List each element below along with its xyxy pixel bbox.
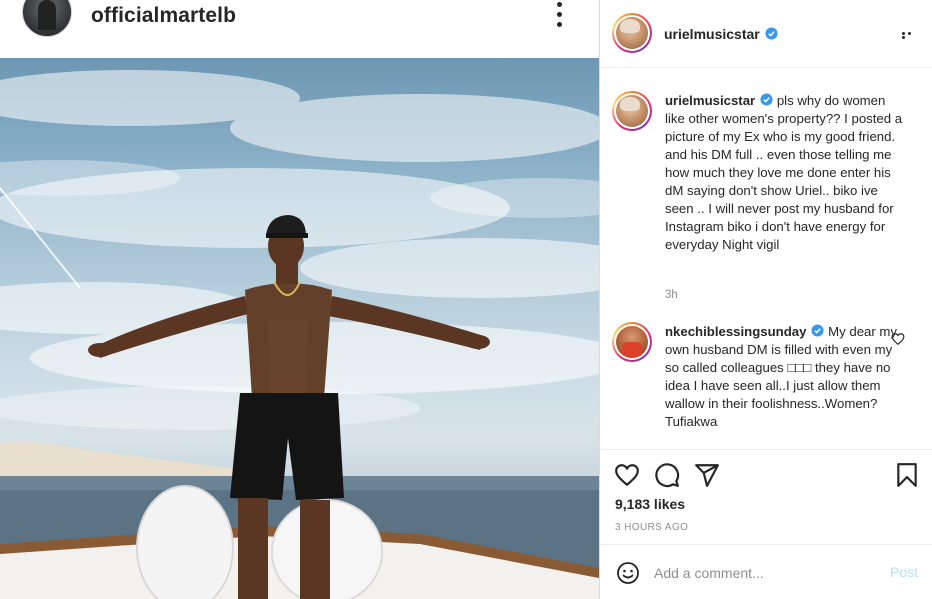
share-icon[interactable]: [694, 462, 720, 488]
post-header: urielmusicstar: [600, 0, 932, 68]
post-actions: 9,183 likes 3 HOURS AGO Post: [600, 449, 932, 599]
caption-time[interactable]: 3h: [665, 289, 678, 301]
bookmark-icon[interactable]: [894, 462, 920, 488]
comment-username[interactable]: nkechiblessingsunday: [665, 324, 806, 339]
comment-text: nkechiblessingsunday My dear my own husb…: [665, 323, 907, 431]
more-options-icon[interactable]: [902, 31, 918, 39]
embedded-more-icon: [552, 0, 566, 32]
heart-icon[interactable]: [614, 462, 640, 488]
comment-input[interactable]: [654, 562, 874, 584]
author-username[interactable]: urielmusicstar: [664, 26, 778, 42]
comment-body: My dear my own husband DM is filled with…: [665, 324, 898, 429]
post-comment-button[interactable]: Post: [890, 564, 918, 580]
post-photo[interactable]: [0, 58, 599, 599]
add-comment-bar: Post: [600, 544, 932, 599]
comment-like-heart-icon[interactable]: [891, 332, 905, 346]
emoji-icon[interactable]: [616, 561, 640, 585]
caption-avatar[interactable]: [612, 91, 652, 131]
embedded-username: officialmartelb: [91, 4, 237, 27]
comment-icon[interactable]: [654, 462, 680, 488]
boat-scene-illustration: [0, 70, 599, 599]
verified-badge-icon: [811, 324, 824, 337]
post-timestamp[interactable]: 3 HOURS AGO: [615, 522, 688, 533]
caption-username[interactable]: urielmusicstar: [665, 93, 755, 108]
caption-body: pls why do women like other women's prop…: [665, 93, 903, 252]
comment-avatar[interactable]: [612, 322, 652, 362]
author-avatar[interactable]: [612, 13, 652, 53]
embedded-post-header: officialmartelb: [0, 0, 599, 58]
embedded-avatar: [22, 0, 72, 37]
caption-text: urielmusicstar pls why do women like oth…: [665, 92, 907, 254]
like-count[interactable]: 9,183 likes: [615, 496, 685, 512]
embedded-post-image: officialmartelb: [0, 0, 599, 599]
author-username-text: urielmusicstar: [664, 26, 760, 42]
post-details-panel: urielmusicstar urielmusicstar pls why do…: [600, 0, 932, 599]
verified-badge-icon: [760, 93, 773, 106]
verified-badge-icon: [765, 27, 778, 40]
